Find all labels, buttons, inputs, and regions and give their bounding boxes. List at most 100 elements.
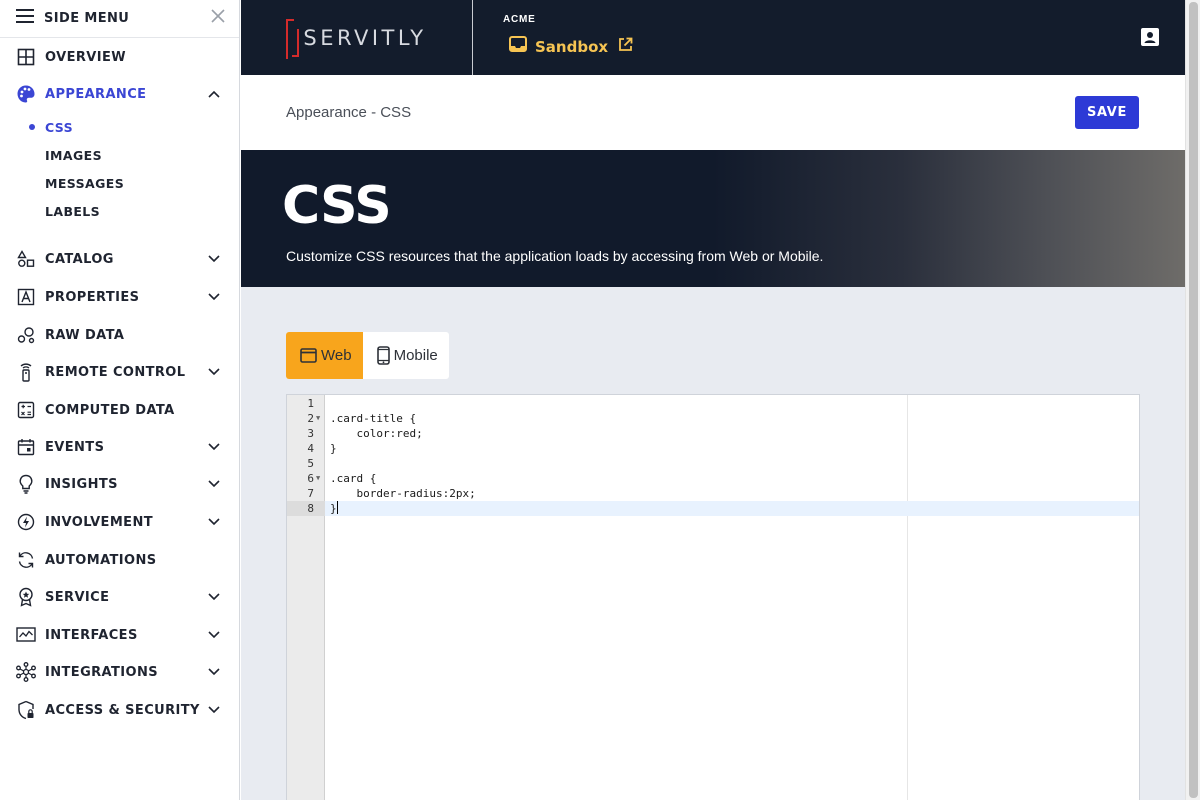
code-line: 6 ▼ .card { xyxy=(307,471,377,486)
sidebar-item-automations[interactable]: AUTOMATIONS xyxy=(0,545,240,575)
sidebar-item-access-security[interactable]: ACCESS & SECURITY xyxy=(0,695,240,725)
tab-web[interactable]: Web xyxy=(286,332,363,379)
chevron-down-icon xyxy=(202,249,226,269)
sidebar-subitem-label: MESSAGES xyxy=(45,175,125,191)
brand-logo[interactable]: SERVITLY xyxy=(241,0,473,75)
chevron-down-icon xyxy=(202,625,226,645)
chevron-up-icon xyxy=(202,84,226,104)
sidebar-item-label: RAW DATA xyxy=(45,327,125,343)
chevron-down-icon xyxy=(202,587,226,607)
hamburger-icon[interactable] xyxy=(16,9,34,28)
sidebar-item-interfaces[interactable]: INTERFACES xyxy=(0,620,240,650)
shield-lock-icon xyxy=(16,700,36,720)
network-icon xyxy=(16,662,36,682)
code-line: 4 } xyxy=(307,442,337,455)
sidebar-item-label: EVENTS xyxy=(45,439,105,455)
chevron-down-icon xyxy=(202,362,226,382)
sidebar-item-label: APPEARANCE xyxy=(45,86,147,102)
brand-name: SERVITLY xyxy=(303,25,427,50)
sidebar-item-label: AUTOMATIONS xyxy=(45,552,157,568)
sidebar-item-integrations[interactable]: INTEGRATIONS xyxy=(0,657,240,687)
award-icon xyxy=(16,587,36,607)
scrollbar-thumb[interactable] xyxy=(1189,2,1198,798)
page-title: CSS xyxy=(282,176,392,236)
calendar-icon xyxy=(16,437,36,457)
sidebar-subitem-messages[interactable]: MESSAGES xyxy=(0,171,240,195)
external-link-icon[interactable] xyxy=(618,37,633,57)
app-selector[interactable]: Sandbox xyxy=(509,36,633,57)
chevron-down-icon xyxy=(202,474,226,494)
bubbles-icon xyxy=(16,325,36,345)
sidebar-item-label: INVOLVEMENT xyxy=(45,514,154,530)
sidebar-item-label: CATALOG xyxy=(45,251,114,267)
sidebar-item-insights[interactable]: INSIGHTS xyxy=(0,469,240,499)
sidebar-item-events[interactable]: EVENTS xyxy=(0,432,240,462)
inbox-icon xyxy=(509,36,527,57)
tab-label: Mobile xyxy=(393,347,438,364)
active-dot xyxy=(29,124,35,130)
css-code-editor[interactable]: 1 2 ▼ .card-title { 3 color:red; 4 } 5 6… xyxy=(286,394,1140,800)
sidebar-subitem-images[interactable]: IMAGES xyxy=(0,143,240,167)
sidebar-item-label: COMPUTED DATA xyxy=(45,402,175,418)
code-line: 1 xyxy=(307,397,314,410)
sidebar-item-overview[interactable]: OVERVIEW xyxy=(0,42,240,72)
sidebar-item-label: INTEGRATIONS xyxy=(45,664,158,680)
lightbulb-icon xyxy=(16,474,36,494)
main-content: Web Mobile 1 2 ▼ .card-title { 3 color:r… xyxy=(241,287,1185,800)
chevron-down-icon xyxy=(202,437,226,457)
sidebar-subitem-label: CSS xyxy=(45,119,74,135)
monitor-chart-icon xyxy=(16,625,36,645)
sidebar-item-remote-control[interactable]: REMOTE CONTROL xyxy=(0,357,240,387)
browser-window-icon xyxy=(300,348,317,363)
sidebar-item-label: INSIGHTS xyxy=(45,476,118,492)
hero-banner: CSS Customize CSS resources that the app… xyxy=(241,150,1185,287)
platform-tabs: Web Mobile xyxy=(286,332,449,379)
top-bar: SERVITLY ACME Sandbox xyxy=(241,0,1185,75)
sidebar-subitem-css[interactable]: CSS xyxy=(0,115,240,139)
app-name: Sandbox xyxy=(535,37,609,56)
sidebar-item-label: ACCESS & SECURITY xyxy=(45,702,200,718)
code-line: 5 xyxy=(307,457,314,470)
side-menu-title: SIDE MENU xyxy=(44,11,130,26)
sidebar-subitem-label: LABELS xyxy=(45,203,101,219)
mobile-phone-icon xyxy=(376,346,390,365)
side-menu-header: SIDE MENU xyxy=(0,0,239,38)
close-icon[interactable] xyxy=(211,9,225,28)
text-caret xyxy=(336,501,338,514)
shapes-icon xyxy=(16,249,36,269)
tab-label: Web xyxy=(321,347,352,364)
page-scrollbar[interactable] xyxy=(1185,0,1200,800)
sidebar-subitem-labels[interactable]: LABELS xyxy=(0,199,240,223)
breadcrumb: Appearance - CSS xyxy=(286,104,412,121)
side-menu: SIDE MENU OVERVIEW APPEARANCE CSS IMAGES… xyxy=(0,0,240,800)
sidebar-item-label: OVERVIEW xyxy=(45,49,126,65)
sidebar-item-appearance[interactable]: APPEARANCE xyxy=(0,79,240,109)
logo-mark-icon xyxy=(286,18,300,59)
tenant-name: ACME xyxy=(503,14,536,25)
sidebar-item-properties[interactable]: PROPERTIES xyxy=(0,282,240,312)
sidebar-item-catalog[interactable]: CATALOG xyxy=(0,244,240,274)
sidebar-item-service[interactable]: SERVICE xyxy=(0,582,240,612)
code-line: 7 border-radius:2px; xyxy=(307,487,476,500)
sidebar-item-label: INTERFACES xyxy=(45,627,138,643)
chevron-down-icon xyxy=(202,512,226,532)
code-line: 2 ▼ .card-title { xyxy=(307,411,417,426)
sidebar-item-involvement[interactable]: INVOLVEMENT xyxy=(0,507,240,537)
save-button[interactable]: SAVE xyxy=(1075,96,1139,129)
code-line-current: 8 } xyxy=(287,501,1139,516)
page-header: Appearance - CSS SAVE xyxy=(241,75,1185,150)
fold-arrow-icon[interactable]: ▼ xyxy=(316,411,320,426)
calculator-icon xyxy=(16,400,36,420)
sidebar-item-raw-data[interactable]: RAW DATA xyxy=(0,320,240,350)
fold-arrow-icon[interactable]: ▼ xyxy=(316,471,320,486)
page-description: Customize CSS resources that the applica… xyxy=(286,248,824,264)
tab-mobile[interactable]: Mobile xyxy=(363,332,449,379)
sidebar-item-computed-data[interactable]: COMPUTED DATA xyxy=(0,395,240,425)
grid-icon xyxy=(16,47,36,67)
sidebar-item-label: REMOTE CONTROL xyxy=(45,364,186,380)
font-box-icon xyxy=(16,287,36,307)
code-line: 3 color:red; xyxy=(307,427,423,440)
sidebar-item-label: PROPERTIES xyxy=(45,289,140,305)
sidebar-item-label: SERVICE xyxy=(45,589,110,605)
account-icon[interactable] xyxy=(1141,28,1159,46)
